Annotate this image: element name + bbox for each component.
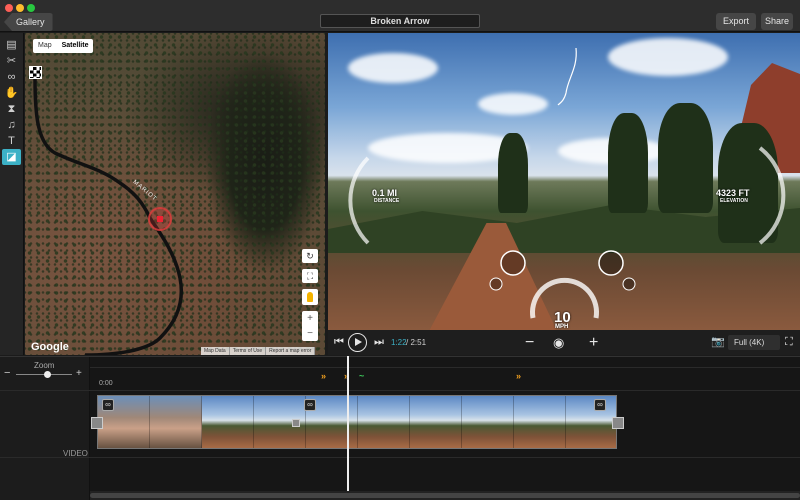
vr-clip-icon: ∞ [102, 399, 114, 411]
map-data-link[interactable]: Map Data [201, 347, 230, 355]
hud-overlay [348, 47, 786, 319]
distance-value: 0.1 MI [372, 188, 398, 198]
fullscreen-icon[interactable]: ⛶ [785, 330, 793, 355]
zoom-label: Zoom [34, 361, 55, 370]
timeline-zoom-out-button[interactable]: − [4, 367, 10, 379]
video-preview[interactable]: 0.1 MI DISTANCE 4323 FT ELEVATION 10 MPH [328, 33, 800, 330]
marker-icon[interactable]: » [321, 371, 326, 381]
timeline-panel: Zoom − + VIDEO 0:00 » » ~ » [0, 356, 800, 500]
route-path [33, 77, 183, 355]
map-type-toggle: Map Satellite [33, 39, 94, 53]
timeline-sidebar: Zoom − + VIDEO [0, 357, 90, 500]
track-divider [0, 457, 800, 458]
quality-select[interactable]: Full (4K) [728, 335, 780, 350]
close-window-button[interactable] [5, 4, 13, 12]
elevation-value: 4323 FT [716, 188, 750, 198]
view-mode-icon[interactable]: ◉ [553, 330, 564, 355]
timeline-zoom-in-button[interactable]: + [76, 368, 82, 379]
skip-back-icon[interactable]: ⏮ [334, 330, 344, 355]
map-zoom-out-button[interactable]: − [302, 326, 318, 341]
transition-handle[interactable] [292, 419, 300, 427]
playhead[interactable] [347, 356, 349, 500]
telemetry-marker-icon[interactable]: ~ [359, 371, 364, 381]
video-clip[interactable]: ∞ ∞ ∞ [97, 395, 617, 449]
clip-start-handle[interactable] [91, 417, 103, 429]
zoom-slider-knob[interactable] [44, 371, 51, 378]
terms-link[interactable]: Terms of Use [230, 347, 267, 355]
app-window: Gallery Broken Arrow Export Share ▤ ✂ ∞ … [0, 0, 800, 500]
left-toolbar: ▤ ✂ ∞ ✋ ⧗ ♫ T ◪ [0, 33, 24, 355]
map-panel[interactable]: MARIOT Map Satellite ↻ ⛶ + − Google Map … [25, 33, 325, 355]
track-divider [0, 390, 800, 391]
export-button[interactable]: Export [716, 13, 756, 30]
title-bar: Gallery Broken Arrow Export Share [0, 0, 800, 32]
rotate-map-icon[interactable]: ↻ [302, 249, 318, 263]
map-option[interactable]: Map [33, 39, 57, 53]
film-icon[interactable]: ▤ [2, 37, 21, 53]
map-telemetry-icon[interactable]: ◪ [2, 149, 21, 165]
clip-end-handle[interactable] [612, 417, 624, 429]
maximize-window-button[interactable] [27, 4, 35, 12]
timeline-ruler[interactable]: 0:00 » » ~ » [90, 357, 800, 390]
project-title-field[interactable]: Broken Arrow [320, 14, 480, 28]
distance-label: DISTANCE [374, 198, 400, 204]
vr-clip-icon: ∞ [304, 399, 316, 411]
play-button[interactable] [348, 333, 367, 352]
current-time: 1:22 [391, 338, 407, 347]
clip-thumbnail [514, 396, 566, 448]
google-logo: Google [31, 341, 69, 353]
camera-snapshot-icon[interactable]: 📷 [711, 330, 725, 355]
marker-icon[interactable]: » [516, 371, 521, 381]
total-time: / 2:51 [406, 338, 427, 347]
street-view-icon[interactable]: ⛶ [302, 269, 318, 283]
zoom-in-view-button[interactable]: + [589, 330, 598, 355]
vr-mask-icon[interactable]: ∞ [2, 69, 21, 85]
gallery-back-button[interactable]: Gallery [4, 13, 53, 31]
share-button[interactable]: Share [761, 13, 793, 30]
vr-clip-icon: ∞ [594, 399, 606, 411]
scrollbar-thumb[interactable] [90, 493, 800, 498]
hand-icon[interactable]: ✋ [2, 85, 21, 101]
clip-thumbnail [462, 396, 514, 448]
scissors-icon[interactable]: ✂ [2, 53, 21, 69]
start-time-label: 0:00 [99, 380, 113, 387]
clip-thumbnail [358, 396, 410, 448]
timeline-scrollbar[interactable] [90, 491, 800, 500]
pegman-icon[interactable] [302, 289, 318, 305]
position-marker-dot [157, 216, 163, 222]
report-error-link[interactable]: Report a map error [266, 347, 316, 355]
clip-thumbnail [410, 396, 462, 448]
skip-forward-icon[interactable]: ⏭ [374, 330, 384, 355]
map-zoom-in-button[interactable]: + [302, 311, 318, 326]
transition-icon[interactable]: ⧗ [2, 101, 21, 117]
satellite-option[interactable]: Satellite [57, 39, 94, 53]
minimize-window-button[interactable] [16, 4, 24, 12]
text-icon[interactable]: T [2, 133, 21, 149]
clip-thumbnail [566, 396, 616, 448]
elevation-label: ELEVATION [720, 198, 748, 204]
map-zoom-control: + − [302, 311, 318, 341]
music-icon[interactable]: ♫ [2, 117, 21, 133]
clip-thumbnail [202, 396, 254, 448]
start-flag-icon [29, 66, 42, 79]
playback-controls: ⏮ ⏭ 1:22 / 2:51 − ◉ + 📷 Full (4K) ⛶ [328, 330, 800, 355]
zoom-out-view-button[interactable]: − [525, 330, 534, 355]
clip-thumbnail [150, 396, 202, 448]
map-footer: Map Data Terms of Use Report a map error [201, 347, 316, 355]
